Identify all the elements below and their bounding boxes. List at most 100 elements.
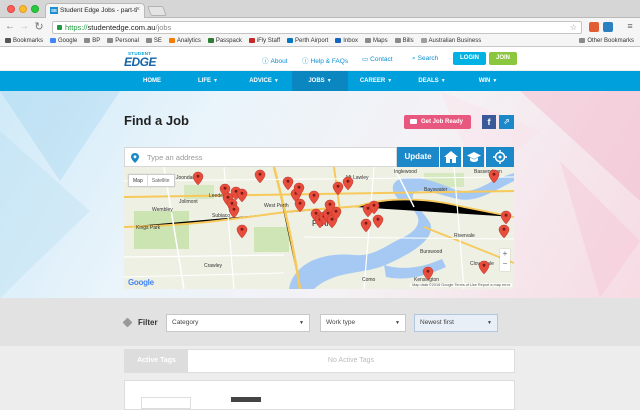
map-attribution[interactable]: Map data ©2016 Google Terms of Use Repor…	[410, 283, 512, 287]
location-pin-icon	[131, 153, 139, 163]
share-icon: ⇗	[503, 117, 510, 126]
job-pin-icon[interactable]	[360, 218, 372, 233]
facebook-button[interactable]: f	[482, 115, 496, 129]
bookmark-item[interactable]: Bookmarks	[5, 36, 43, 46]
folder-icon	[579, 37, 586, 43]
work-type-select[interactable]: Work type ▼	[320, 314, 406, 332]
job-pin-icon[interactable]	[372, 214, 384, 229]
google-logo[interactable]: Google	[128, 278, 154, 287]
bookmark-item[interactable]: Passpack	[207, 36, 242, 46]
sort-select[interactable]: Newest first ▼	[414, 314, 498, 332]
job-pin-icon[interactable]	[500, 210, 512, 225]
bookmark-item[interactable]: Inbox	[335, 36, 358, 46]
job-pin-icon[interactable]	[282, 176, 294, 191]
address-bar[interactable]: https://studentedge.com.au/jobs ☆	[52, 21, 582, 34]
job-pin-icon[interactable]	[236, 224, 248, 239]
job-pin-icon[interactable]	[498, 224, 510, 239]
back-arrow-icon[interactable]: ←	[4, 21, 16, 33]
passpack-icon	[207, 37, 214, 43]
zoom-in-button[interactable]: +	[500, 249, 510, 259]
page-title: Find a Job	[124, 113, 189, 128]
login-button[interactable]: LOGIN	[453, 52, 486, 65]
bookmark-item[interactable]: Personal	[107, 36, 139, 46]
job-pin-icon[interactable]	[294, 198, 306, 213]
logo-main-text: EDGE	[124, 55, 157, 69]
bookmark-item[interactable]: Google	[49, 36, 77, 46]
bookmark-item[interactable]: SE	[145, 36, 162, 46]
site-header: STUDENT EDGE ⓘ About ⓘ Help & FAQs ▭ Contac…	[0, 47, 640, 71]
search-icon: ⌕	[412, 55, 416, 62]
chat-icon: ▭	[362, 56, 369, 63]
bookmark-item[interactable]: Australian Business	[420, 36, 481, 46]
zoom-control: + −	[500, 249, 510, 271]
nav-jobs[interactable]: JOBS ▼	[292, 71, 348, 91]
nav-home[interactable]: HOME	[124, 71, 180, 91]
jobs-map[interactable]: Joondanna Mt Lawley Inglewood Bayswater …	[124, 167, 514, 289]
job-pin-icon[interactable]	[488, 169, 500, 184]
bookmark-item[interactable]: Perth Airport	[286, 36, 328, 46]
active-tags-bar: Active Tags No Active Tags	[124, 349, 515, 373]
forward-arrow-icon[interactable]: →	[18, 21, 30, 33]
nav-advice[interactable]: ADVICE ▼	[236, 71, 292, 91]
minimize-window-button[interactable]	[19, 5, 27, 13]
get-job-ready-button[interactable]: Get Job Ready	[404, 115, 472, 129]
chevron-down-icon: ▼	[299, 320, 304, 326]
job-pin-icon[interactable]	[422, 266, 434, 281]
url-scheme: https://	[65, 23, 88, 32]
job-pin-icon[interactable]	[342, 176, 354, 191]
bookmark-star-icon[interactable]: ☆	[570, 23, 577, 32]
extension-icon[interactable]	[603, 22, 613, 32]
join-button[interactable]: JOIN	[489, 52, 518, 65]
help-link[interactable]: ⓘ Help & FAQs	[302, 55, 348, 65]
chrome-menu-icon[interactable]: ≡	[626, 21, 634, 31]
job-pin-icon[interactable]	[236, 188, 248, 203]
zoom-out-button[interactable]: −	[500, 259, 510, 269]
bookmark-item[interactable]: Maps	[364, 36, 388, 46]
chevron-down-icon: ▼	[387, 78, 393, 84]
job-pin-icon[interactable]	[308, 190, 320, 205]
help-icon: ⓘ	[302, 58, 309, 65]
reload-icon[interactable]: ↻	[33, 21, 45, 33]
chevron-down-icon: ▼	[440, 78, 446, 84]
nav-career[interactable]: CAREER ▼	[348, 71, 404, 91]
student-edge-logo[interactable]: STUDENT EDGE	[124, 51, 158, 69]
bookmark-item[interactable]: iFly Staff	[248, 36, 280, 46]
job-pin-icon[interactable]	[478, 260, 490, 275]
my-location-button[interactable]	[485, 147, 514, 167]
nav-life[interactable]: LIFE ▼	[180, 71, 236, 91]
job-pin-icon[interactable]	[332, 181, 344, 196]
bookmark-item[interactable]: Bills	[394, 36, 414, 46]
nav-win[interactable]: WIN ▼	[460, 71, 516, 91]
tab-title: Student Edge Jobs - part-ti	[60, 7, 138, 15]
nav-deals[interactable]: DEALS ▼	[404, 71, 460, 91]
other-bookmarks[interactable]: Other Bookmarks	[579, 36, 634, 46]
lock-icon	[57, 24, 62, 30]
education-filter-button[interactable]	[462, 147, 484, 167]
job-pin-icon[interactable]	[228, 204, 240, 219]
job-pin-icon[interactable]	[254, 169, 266, 184]
bookmark-item[interactable]: BP	[84, 36, 100, 46]
browser-toolbar: ← → ↻ https://studentedge.com.au/jobs ☆ …	[0, 18, 640, 36]
home-filter-button[interactable]	[439, 147, 461, 167]
bookmarks-icon	[5, 37, 11, 43]
about-link[interactable]: ⓘ About	[262, 55, 288, 65]
share-button[interactable]: ⇗	[499, 115, 514, 129]
maximize-window-button[interactable]	[31, 5, 39, 13]
extension-icon[interactable]	[589, 22, 599, 32]
chevron-down-icon: ▼	[492, 78, 498, 84]
contact-link[interactable]: ▭ Contact	[362, 55, 393, 63]
update-button[interactable]: Update	[397, 147, 439, 167]
bookmark-item[interactable]: Analytics	[168, 36, 201, 46]
job-pin-icon[interactable]	[192, 171, 204, 186]
folder-icon	[107, 37, 114, 43]
tab-close-icon[interactable]: ×	[136, 6, 140, 13]
folder-icon	[84, 37, 91, 43]
category-select[interactable]: Category ▼	[166, 314, 310, 332]
graduation-cap-icon	[467, 152, 481, 162]
browser-tab-active[interactable]: SE Student Edge Jobs - part-ti ×	[45, 3, 145, 19]
new-tab-button[interactable]	[147, 6, 167, 16]
address-input[interactable]	[145, 151, 385, 164]
search-link[interactable]: ⌕ Search	[412, 55, 438, 63]
close-window-button[interactable]	[7, 5, 15, 13]
job-result-card[interactable]	[124, 380, 515, 410]
